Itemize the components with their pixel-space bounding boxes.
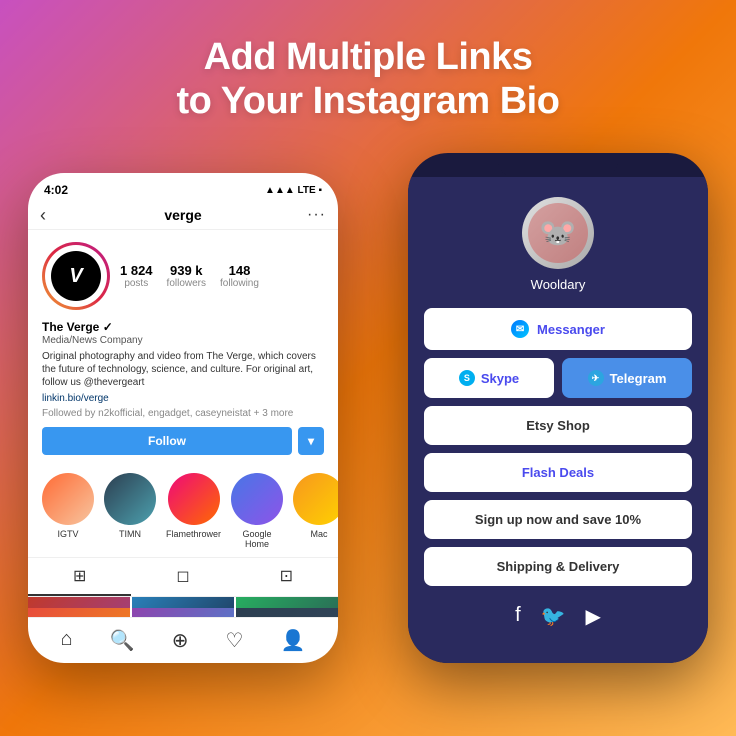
- linkinbio-username: Wooldary: [531, 277, 586, 292]
- headline-line2: to Your Instagram Bio: [177, 80, 560, 122]
- facebook-icon[interactable]: f: [515, 604, 521, 629]
- following-count: 148: [220, 263, 259, 278]
- telegram-button[interactable]: ✈ Telegram: [562, 358, 692, 398]
- highlight-circle-mac: [293, 473, 338, 525]
- linkinbio-avatar: 🐭: [522, 197, 594, 269]
- highlight-circle-google: [231, 473, 283, 525]
- posts-label: posts: [120, 278, 153, 289]
- etsy-label: Etsy Shop: [526, 418, 590, 433]
- followers-count: 939 k: [167, 263, 206, 278]
- bio-followed: Followed by n2kofficial, engadget, casey…: [42, 408, 324, 419]
- highlight-timn[interactable]: TIMN: [104, 473, 156, 549]
- highlight-mac[interactable]: Mac: [293, 473, 338, 549]
- ig-header: ‹ verge ···: [28, 203, 338, 230]
- highlight-circle-igtv: [42, 473, 94, 525]
- telegram-label: Telegram: [610, 371, 667, 386]
- posts-count: 1 824: [120, 263, 153, 278]
- grid-cell-5: [132, 608, 234, 617]
- messenger-label: Messanger: [537, 322, 605, 337]
- ig-username: verge: [164, 207, 201, 223]
- highlight-circle-timn: [104, 473, 156, 525]
- verge-v: V: [69, 265, 82, 288]
- status-icons: ▲▲▲ LTE ▪: [265, 185, 322, 196]
- headline-line1: Add Multiple Links: [204, 36, 533, 78]
- tab-bar: ⊞ ◻ ⊡: [28, 557, 338, 597]
- profile-name: The Verge: [42, 320, 99, 334]
- headline: Add Multiple Links to Your Instagram Bio: [177, 36, 560, 123]
- signup-label: Sign up now and save 10%: [475, 512, 641, 527]
- grid-cell-6: [236, 608, 338, 617]
- nav-bar: ⌂ 🔍 ⊕ ♡ 👤: [28, 617, 338, 663]
- highlight-flame[interactable]: Flamethrower: [166, 473, 221, 549]
- tab-tag[interactable]: ◻: [131, 558, 234, 596]
- notch: [498, 153, 618, 177]
- follow-button[interactable]: Follow: [42, 427, 292, 455]
- posts-stat: 1 824 posts: [120, 263, 153, 289]
- status-time: 4:02: [44, 183, 68, 197]
- followers-stat: 939 k followers: [167, 263, 206, 289]
- bio-text: Original photography and video from The …: [42, 350, 324, 389]
- skype-button[interactable]: S Skype: [424, 358, 554, 398]
- twitter-icon[interactable]: 🐦: [541, 604, 566, 629]
- verge-logo: V: [51, 251, 101, 301]
- flash-deals-button[interactable]: Flash Deals: [424, 453, 692, 492]
- shipping-button[interactable]: Shipping & Delivery: [424, 547, 692, 586]
- skype-telegram-row: S Skype ✈ Telegram: [424, 358, 692, 398]
- nav-heart[interactable]: ♡: [226, 628, 244, 653]
- youtube-icon[interactable]: ▶: [586, 604, 601, 629]
- bio-company: Media/News Company: [42, 335, 324, 346]
- skype-icon: S: [459, 370, 475, 386]
- telegram-icon: ✈: [588, 370, 604, 386]
- following-label: following: [220, 278, 259, 289]
- flash-deals-label: Flash Deals: [522, 465, 594, 480]
- social-icons-row: f 🐦 ▶: [515, 604, 601, 629]
- following-stat: 148 following: [220, 263, 259, 289]
- phone-right: 🐭 Wooldary ✉ Messanger S Skype ✈: [408, 153, 708, 663]
- signup-button[interactable]: Sign up now and save 10%: [424, 500, 692, 539]
- phone-right-inner: 🐭 Wooldary ✉ Messanger S Skype ✈: [408, 177, 708, 663]
- messenger-icon: ✉: [511, 320, 529, 338]
- phones-container: 4:02 ▲▲▲ LTE ▪ ‹ verge ···: [28, 153, 708, 643]
- more-icon[interactable]: ···: [307, 206, 326, 224]
- avatar: V: [42, 242, 110, 310]
- photo-grid: [28, 597, 338, 617]
- highlight-label-flame: Flamethrower: [166, 529, 221, 539]
- profile-stats: 1 824 posts 939 k followers 148 followin…: [120, 263, 324, 289]
- profile-buttons: Follow ▾: [42, 427, 324, 455]
- highlight-igtv[interactable]: IGTV: [42, 473, 94, 549]
- ig-profile-section: V 1 824 posts 939 k: [28, 230, 338, 473]
- avatar-inner: V: [45, 245, 107, 307]
- messenger-button[interactable]: ✉ Messanger: [424, 308, 692, 350]
- grid-cell-4: [28, 608, 130, 617]
- tab-person[interactable]: ⊡: [235, 558, 338, 596]
- follow-dropdown[interactable]: ▾: [298, 427, 324, 455]
- highlight-label-timn: TIMN: [119, 529, 141, 539]
- bio-name: The Verge ✓: [42, 320, 324, 334]
- shipping-label: Shipping & Delivery: [497, 559, 620, 574]
- profile-top: V 1 824 posts 939 k: [42, 242, 324, 310]
- back-icon[interactable]: ‹: [40, 205, 46, 226]
- highlights: IGTV TIMN Flamethrower Google Home: [28, 473, 338, 557]
- nav-add[interactable]: ⊕: [172, 628, 189, 653]
- etsy-button[interactable]: Etsy Shop: [424, 406, 692, 445]
- avatar-face: 🐭: [528, 203, 588, 263]
- tab-grid[interactable]: ⊞: [28, 558, 131, 596]
- highlight-circle-flame: [168, 473, 220, 525]
- followers-label: followers: [167, 278, 206, 289]
- highlight-label-igtv: IGTV: [57, 529, 78, 539]
- nav-home[interactable]: ⌂: [61, 628, 73, 653]
- page-background: Add Multiple Links to Your Instagram Bio…: [0, 0, 736, 736]
- highlight-label-mac: Mac: [311, 529, 328, 539]
- bio-link[interactable]: linkin.bio/verge: [42, 393, 324, 404]
- nav-search[interactable]: 🔍: [110, 628, 135, 653]
- status-bar: 4:02 ▲▲▲ LTE ▪: [28, 173, 338, 203]
- highlight-google[interactable]: Google Home: [231, 473, 283, 549]
- highlight-label-google: Google Home: [231, 529, 283, 549]
- phone-left: 4:02 ▲▲▲ LTE ▪ ‹ verge ···: [28, 173, 338, 663]
- skype-label: Skype: [481, 371, 519, 386]
- nav-profile[interactable]: 👤: [281, 628, 306, 653]
